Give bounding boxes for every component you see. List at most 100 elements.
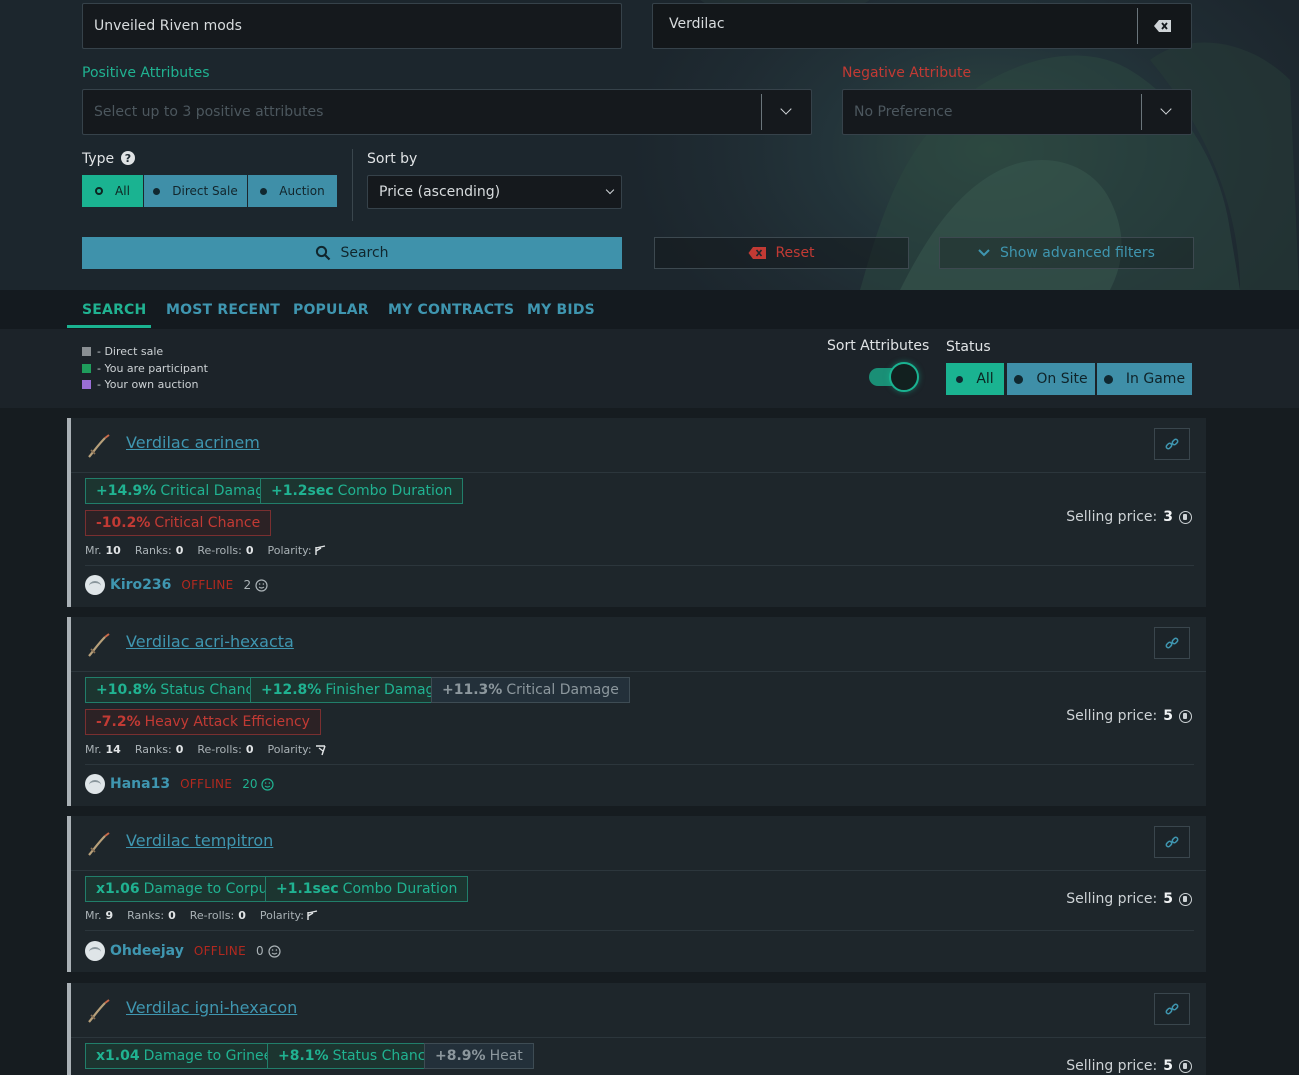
legend-direct-sale: - Direct sale <box>82 345 163 358</box>
card-divider <box>85 764 1194 765</box>
link-icon <box>1165 438 1179 450</box>
madurai-polarity-icon <box>307 910 318 920</box>
sort-attributes-toggle[interactable] <box>867 362 919 392</box>
madurai-polarity-icon <box>314 545 325 555</box>
seller-name-link[interactable]: Hana13 <box>110 776 170 792</box>
card-divider <box>85 565 1194 566</box>
show-advanced-filters-button[interactable]: Show advanced filters <box>939 237 1194 269</box>
help-icon[interactable]: ? <box>121 151 135 165</box>
reset-button[interactable]: Reset <box>654 237 909 269</box>
auction-card: Verdilac tempitron x1.06 Damage to Corpus… <box>67 816 1206 972</box>
card-header: Verdilac acrinem <box>71 418 1206 473</box>
auction-card: Verdilac acri-hexacta +10.8% Status Chanc… <box>67 617 1206 806</box>
card-divider <box>85 930 1194 931</box>
weapon-search-input[interactable]: Verdilac <box>652 3 1192 49</box>
legend-swatch <box>82 347 91 356</box>
smiley-icon <box>255 578 268 592</box>
tab-search[interactable]: SEARCH <box>82 290 146 329</box>
avatar <box>85 575 105 595</box>
smiley-icon <box>268 944 281 958</box>
riven-weapon-icon <box>88 434 110 458</box>
chevron-down-icon <box>1160 103 1172 115</box>
tab-bar: SEARCH MOST RECENT POPULAR MY CONTRACTS … <box>0 290 1299 329</box>
legend-own-auction: - Your own auction <box>82 378 198 391</box>
selling-price: Selling price: 5 <box>1066 1058 1192 1074</box>
card-header: Verdilac igni-hexacon <box>71 983 1206 1038</box>
positive-attribute-tag: +8.9% Heat <box>424 1043 534 1069</box>
platinum-icon <box>1179 892 1192 906</box>
seller-name-link[interactable]: Kiro236 <box>110 577 171 593</box>
positive-attribute-tag: x1.04 Damage to Grineer <box>85 1043 289 1069</box>
platinum-icon <box>1179 709 1192 723</box>
positive-attributes-select[interactable]: Select up to 3 positive attributes <box>82 89 812 135</box>
auction-card: Verdilac acrinem +14.9% Critical Damage +… <box>67 418 1206 607</box>
seller-status: OFFLINE <box>193 944 246 958</box>
sort-by-select[interactable]: Price (ascending) <box>367 175 622 209</box>
reputation-count: 0 <box>255 944 264 958</box>
platinum-icon <box>1179 510 1192 524</box>
status-option-in-game[interactable]: In Game <box>1097 363 1192 395</box>
copy-link-button[interactable] <box>1154 826 1190 858</box>
tab-my-bids[interactable]: MY BIDS <box>527 290 595 329</box>
status-option-all[interactable]: All <box>946 363 1004 395</box>
clear-input-icon[interactable] <box>1153 17 1173 39</box>
copy-link-button[interactable] <box>1154 993 1190 1025</box>
mod-stats: Mr. 9 Ranks: 0 Re-rolls: 0 Polarity: <box>85 909 319 922</box>
toggle-knob <box>889 362 919 392</box>
auction-title-link[interactable]: Verdilac tempitron <box>126 831 273 850</box>
status-option-on-site[interactable]: On Site <box>1007 363 1095 395</box>
positive-attribute-tag: +14.9% Critical Damage <box>85 478 284 504</box>
category-select[interactable]: Unveiled Riven mods <box>82 2 700 49</box>
auction-title-link[interactable]: Verdilac acrinem <box>126 433 260 452</box>
positive-attribute-tag: +11.3% Critical Damage <box>431 677 630 703</box>
negative-attribute-label: Negative Attribute <box>842 65 972 81</box>
type-option-direct-sale[interactable]: Direct Sale <box>144 175 247 207</box>
seller-name-link[interactable]: Ohdeejay <box>110 943 184 959</box>
negative-attribute-tag: -7.2% Heavy Attack Efficiency <box>85 709 321 735</box>
positive-attribute-tag: +1.1sec Combo Duration <box>265 876 469 902</box>
radio-dot-icon <box>153 187 161 195</box>
sort-by-label: Sort by <box>367 151 418 167</box>
auction-title-link[interactable]: Verdilac igni-hexacon <box>126 998 297 1017</box>
type-label: Type <box>82 151 115 167</box>
positive-attribute-tag: +12.8% Finisher Damage <box>250 677 455 703</box>
mod-stats: Mr. 10 Ranks: 0 Re-rolls: 0 Polarity: <box>85 544 327 557</box>
copy-link-button[interactable] <box>1154 428 1190 460</box>
negative-attribute-tag: -10.2% Critical Chance <box>85 510 272 536</box>
tab-my-contracts[interactable]: MY CONTRACTS <box>388 290 514 329</box>
positive-attribute-tag: +10.8% Status Chance <box>85 677 273 703</box>
card-header: Verdilac tempitron <box>71 816 1206 871</box>
chevron-down-icon <box>605 185 615 195</box>
tab-popular[interactable]: POPULAR <box>293 290 369 329</box>
link-icon <box>1165 637 1179 649</box>
smiley-icon <box>261 777 275 791</box>
reputation-count: 20 <box>242 777 258 791</box>
select-separator <box>761 94 762 130</box>
search-button[interactable]: Search <box>82 237 622 269</box>
chevron-down-icon <box>780 103 792 115</box>
sort-by-value: Price (ascending) <box>379 184 501 200</box>
mod-stats: Mr. 14 Ranks: 0 Re-rolls: 0 Polarity: <box>85 743 327 756</box>
copy-link-button[interactable] <box>1154 627 1190 659</box>
radio-dot-icon <box>1103 374 1113 384</box>
sort-attributes-label: Sort Attributes <box>827 338 930 354</box>
negative-attribute-value: No Preference <box>854 104 953 120</box>
category-select-value: Unveiled Riven mods <box>94 18 242 34</box>
naramon-polarity-icon <box>315 744 326 755</box>
negative-attribute-select[interactable]: No Preference <box>842 89 1192 135</box>
type-option-auction[interactable]: Auction <box>248 175 337 207</box>
radio-dot-icon <box>1014 374 1024 384</box>
selling-price: Selling price: 5 <box>1066 708 1192 724</box>
auction-title-link[interactable]: Verdilac acri-hexacta <box>126 632 294 651</box>
backspace-icon <box>748 247 767 259</box>
riven-weapon-icon <box>88 633 110 657</box>
active-tab-underline <box>67 325 151 328</box>
type-option-all[interactable]: All <box>82 175 143 207</box>
link-icon <box>1165 836 1179 848</box>
radio-dot-icon <box>956 375 964 383</box>
tab-most-recent[interactable]: MOST RECENT <box>166 290 280 329</box>
legend-swatch <box>82 380 91 389</box>
positive-attribute-tag: x1.06 Damage to Corpus <box>85 876 286 902</box>
positive-attribute-tag: +8.1% Status Chance <box>267 1043 446 1069</box>
positive-attribute-tag: +1.2sec Combo Duration <box>260 478 464 504</box>
